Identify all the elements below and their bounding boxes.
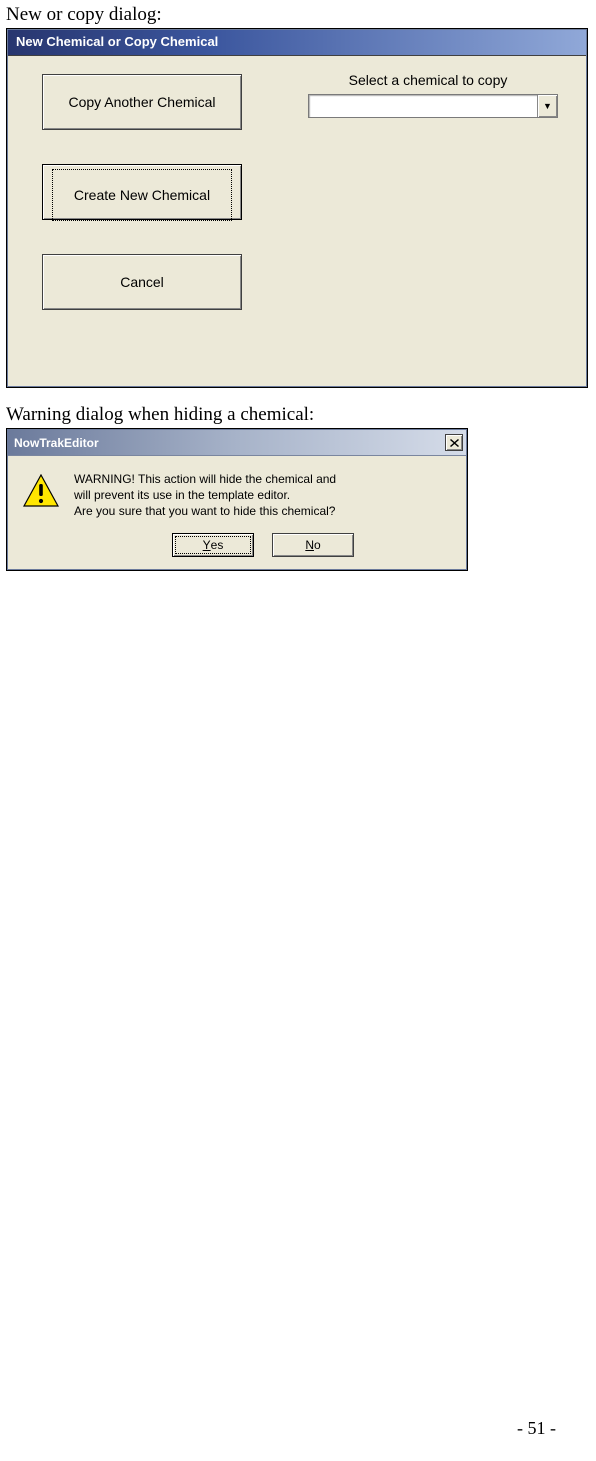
caption-warning: Warning dialog when hiding a chemical: [6, 404, 590, 426]
yes-rest: es [211, 538, 224, 552]
focus-ring: Create New Chemical [52, 169, 232, 221]
warning-line-3: Are you sure that you want to hide this … [74, 504, 452, 519]
chemical-combobox[interactable]: ▼ [308, 94, 558, 118]
no-rest: o [314, 538, 321, 552]
dialog1-title: New Chemical or Copy Chemical [8, 30, 586, 56]
select-chemical-label: Select a chemical to copy [308, 72, 548, 88]
figure-new-copy-dialog: New Chemical or Copy Chemical Copy Anoth… [6, 28, 588, 388]
yes-button[interactable]: Yes [172, 533, 254, 557]
create-new-chemical-button[interactable]: Create New Chemical [42, 164, 242, 220]
chevron-down-icon: ▼ [543, 101, 552, 111]
page-number: - 51 - [517, 1418, 556, 1439]
warning-icon [22, 472, 60, 557]
warning-line-2: will prevent its use in the template edi… [74, 488, 452, 503]
warning-dialog: NowTrakEditor WARNING! This action will … [7, 429, 467, 570]
chemical-combobox-input[interactable] [309, 95, 537, 117]
yes-mnemonic: Y [203, 538, 211, 552]
dialog2-titlebar: NowTrakEditor [8, 430, 466, 456]
dialog2-title: NowTrakEditor [14, 436, 99, 450]
dialog2-body: WARNING! This action will hide the chemi… [8, 456, 466, 569]
warning-line-1: WARNING! This action will hide the chemi… [74, 472, 452, 487]
no-button[interactable]: No [272, 533, 354, 557]
copy-another-chemical-button[interactable]: Copy Another Chemical [42, 74, 242, 130]
chemical-combobox-dropdown-button[interactable]: ▼ [537, 95, 557, 117]
warning-message: WARNING! This action will hide the chemi… [74, 472, 452, 557]
dialog-new-or-copy: New Chemical or Copy Chemical Copy Anoth… [7, 29, 587, 387]
figure-warning-dialog: NowTrakEditor WARNING! This action will … [6, 428, 468, 571]
no-mnemonic: N [305, 538, 314, 552]
close-button[interactable] [445, 434, 463, 451]
close-icon [450, 439, 459, 447]
cancel-button[interactable]: Cancel [42, 254, 242, 310]
caption-new-copy: New or copy dialog: [6, 4, 590, 26]
dialog1-body: Copy Another Chemical Create New Chemica… [8, 56, 586, 386]
